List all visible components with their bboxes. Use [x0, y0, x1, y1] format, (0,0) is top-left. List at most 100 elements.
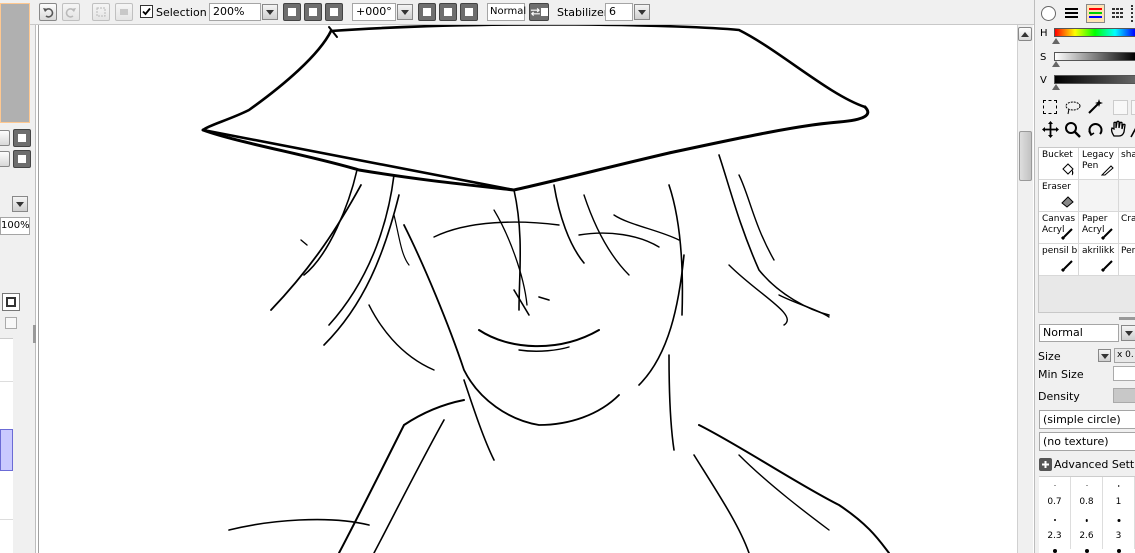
magic-wand-icon[interactable]: [1087, 98, 1104, 115]
rotate-right-button[interactable]: [439, 3, 457, 21]
size-preset[interactable]: 3: [1103, 513, 1135, 549]
hue-slider-handle[interactable]: [1052, 38, 1060, 44]
deselect-button[interactable]: [92, 3, 110, 21]
size-preset-value: 3: [1115, 531, 1122, 541]
tool-partial[interactable]: Pen: [1119, 244, 1135, 276]
tool-bucket[interactable]: Bucket: [1039, 148, 1079, 180]
saturation-slider-handle[interactable]: [1052, 61, 1060, 67]
rotation-reset-button[interactable]: [460, 3, 478, 21]
new-folder-button[interactable]: [5, 317, 17, 329]
dot-icon: [1053, 549, 1057, 553]
stabilizer-field[interactable]: 6: [605, 3, 633, 21]
layer-opacity-field[interactable]: 100%: [0, 217, 30, 235]
brush-icon: [1061, 228, 1073, 240]
size-preset[interactable]: 2.6: [1071, 513, 1103, 549]
hand-icon[interactable]: [1109, 120, 1127, 138]
tool-slot-empty[interactable]: [1079, 180, 1119, 212]
brush-blend-dropdown[interactable]: [1121, 325, 1135, 341]
scroll-up-button[interactable]: [1018, 27, 1032, 41]
scroll-thumb[interactable]: [1019, 131, 1032, 181]
hue-slider[interactable]: [1054, 28, 1135, 37]
layer-list: [0, 338, 13, 553]
zoom-reset-button[interactable]: [325, 3, 343, 21]
nav-button-2[interactable]: [13, 129, 31, 147]
move-icon[interactable]: [1042, 121, 1059, 138]
color-bars-icon: [1089, 8, 1102, 18]
rotation-dropdown[interactable]: [397, 4, 413, 20]
dot-icon: [1085, 519, 1088, 522]
tool-partial[interactable]: Cra: [1119, 212, 1135, 244]
tool-eraser[interactable]: Eraser: [1039, 180, 1079, 212]
undo-button[interactable]: [39, 3, 57, 21]
tool-partial[interactable]: sha: [1119, 148, 1135, 180]
layer-mode-dropdown[interactable]: [12, 196, 28, 212]
nav-button-4[interactable]: [13, 150, 31, 168]
size-preset[interactable]: 0.7: [1039, 477, 1071, 513]
rotate-icon[interactable]: [1087, 121, 1104, 138]
color-wheel-tab[interactable]: [1041, 6, 1056, 21]
tool-pensil-bri[interactable]: pensil bri: [1039, 244, 1079, 276]
eraser-icon: [1061, 196, 1074, 208]
tool-akrilikk[interactable]: akrilikk: [1079, 244, 1119, 276]
value-slider-handle[interactable]: [1052, 84, 1060, 90]
lasso-icon[interactable]: [1064, 100, 1082, 115]
zoom-dropdown[interactable]: [262, 4, 278, 20]
checkmark-icon: [142, 7, 151, 16]
redo-icon: [65, 8, 76, 18]
zoom-out-button[interactable]: [283, 3, 301, 21]
rotate-left-button[interactable]: [418, 3, 436, 21]
min-size-slider[interactable]: [1113, 366, 1135, 381]
left-panel: 100%: [0, 3, 36, 553]
tool-slot-empty[interactable]: [1119, 180, 1135, 212]
value-slider[interactable]: [1054, 75, 1135, 84]
zoom-icon[interactable]: [1064, 121, 1081, 138]
zoom-in-button[interactable]: [304, 3, 322, 21]
palette-tab[interactable]: [1110, 5, 1125, 22]
navigator-preview[interactable]: [0, 3, 30, 123]
brush-blend-mode-field[interactable]: Normal: [1039, 324, 1119, 342]
size-label: Size: [1038, 350, 1061, 363]
tool-label: pensil bri: [1042, 246, 1078, 256]
size-preset[interactable]: 0.8: [1071, 477, 1103, 513]
rgb-slider-tab[interactable]: [1063, 5, 1080, 22]
stabilizer-dropdown[interactable]: [634, 4, 650, 20]
new-layer-button[interactable]: [2, 293, 20, 311]
nav-button-1[interactable]: [0, 130, 10, 146]
invert-selection-button[interactable]: [115, 3, 133, 21]
empty-tool-slot: [1113, 100, 1128, 115]
brush-texture-field[interactable]: (no texture): [1039, 432, 1135, 451]
selection-checkbox[interactable]: [140, 5, 153, 18]
layer-divider: [0, 381, 13, 382]
advanced-settings-toggle[interactable]: [1039, 458, 1052, 471]
blend-mode-field[interactable]: Normal: [487, 3, 526, 21]
tool-paper-acryl[interactable]: Paper Acryl: [1079, 212, 1119, 244]
redo-button[interactable]: [62, 3, 80, 21]
empty-tool-slot: [1131, 100, 1135, 115]
size-mode-dropdown[interactable]: [1098, 349, 1111, 362]
rect-select-icon[interactable]: [1043, 100, 1057, 114]
panel-splitter[interactable]: [33, 325, 36, 343]
tool-label: Pen: [1121, 246, 1135, 256]
nav-button-3[interactable]: [0, 151, 10, 167]
density-slider[interactable]: [1113, 388, 1135, 403]
more-tab[interactable]: [1131, 5, 1135, 22]
size-multiplier-field[interactable]: x 0.: [1114, 348, 1135, 363]
canvas-vertical-scrollbar[interactable]: [1017, 25, 1033, 553]
layer-item-selected[interactable]: [0, 429, 13, 471]
min-size-label: Min Size: [1038, 368, 1084, 381]
brush-icon: [1101, 228, 1113, 240]
size-preset[interactable]: 2.3: [1039, 513, 1071, 549]
saturation-slider[interactable]: [1054, 52, 1135, 61]
size-preset[interactable]: 1: [1103, 477, 1135, 513]
size-preset-value: 0.7: [1047, 497, 1062, 507]
flip-horizontal-button[interactable]: [529, 3, 549, 21]
tool-legacy-pen[interactable]: Legacy Pen: [1079, 148, 1119, 180]
rotation-field[interactable]: +000°: [352, 3, 396, 21]
tool-grid-splitter[interactable]: [1119, 317, 1135, 320]
zoom-field[interactable]: 200%: [209, 3, 261, 21]
tool-canvas-acryl[interactable]: Canvas Acryl: [1039, 212, 1079, 244]
drawing-canvas[interactable]: [38, 25, 1017, 553]
brush-shape-field[interactable]: (simple circle): [1039, 410, 1135, 429]
hsv-slider-tab[interactable]: [1086, 4, 1105, 23]
eyedropper-icon[interactable]: [1130, 121, 1135, 138]
